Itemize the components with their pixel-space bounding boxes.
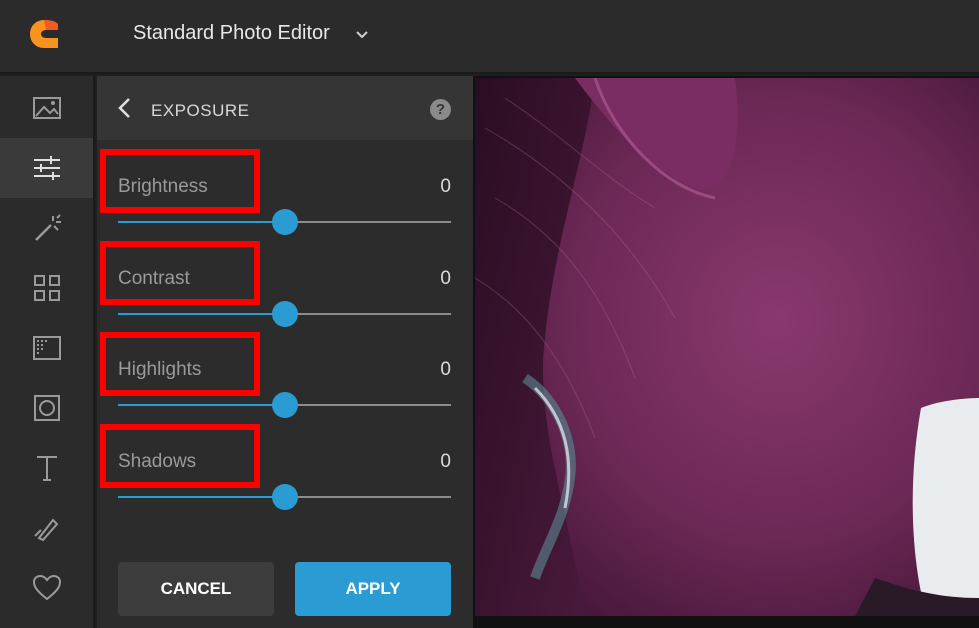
slider-label: Contrast [118, 268, 190, 289]
app-logo-icon[interactable] [28, 18, 60, 50]
tool-layouts[interactable] [0, 258, 93, 318]
cancel-button[interactable]: CANCEL [118, 562, 274, 616]
exposure-panel: EXPOSURE ? Brightness 0 Contrast 0 Highl… [97, 76, 473, 628]
photo-image [475, 78, 979, 616]
slider-value: 0 [440, 268, 451, 289]
tool-frames[interactable] [0, 378, 93, 438]
slider-value: 0 [440, 176, 451, 197]
app-title[interactable]: Standard Photo Editor [133, 22, 330, 45]
adjust-sliders-icon [33, 156, 60, 180]
help-icon[interactable]: ? [430, 99, 451, 120]
panel-header: EXPOSURE ? [97, 76, 473, 140]
tool-text[interactable] [0, 438, 93, 498]
chevron-down-icon[interactable] [354, 27, 370, 41]
slider-thumb[interactable] [271, 392, 298, 418]
slider-shadows: Shadows 0 [97, 424, 473, 543]
panel-title: EXPOSURE [151, 101, 250, 120]
tool-draw[interactable] [0, 498, 93, 558]
slider-thumb[interactable] [271, 209, 298, 235]
slider-label: Highlights [118, 359, 202, 380]
slider-track[interactable] [118, 301, 451, 327]
apply-button[interactable]: APPLY [295, 562, 451, 616]
slider-fill [118, 313, 285, 315]
slider-fill [118, 496, 285, 498]
slider-thumb[interactable] [271, 301, 298, 327]
slider-track[interactable] [118, 209, 451, 235]
slider-track[interactable] [118, 484, 451, 510]
slider-label: Brightness [118, 176, 208, 197]
magic-wand-icon [34, 214, 61, 241]
tool-favorites[interactable] [0, 558, 93, 618]
photo-canvas[interactable] [473, 76, 979, 628]
back-arrow-icon[interactable] [115, 96, 135, 120]
slider-track[interactable] [118, 392, 451, 418]
text-icon [36, 456, 57, 481]
tool-textures[interactable] [0, 318, 93, 378]
slider-fill [118, 221, 285, 223]
tool-adjust[interactable] [0, 138, 93, 198]
slider-label: Shadows [118, 451, 197, 472]
slider-thumb[interactable] [271, 484, 298, 510]
slider-value: 0 [440, 451, 451, 472]
slider-value: 0 [440, 359, 451, 380]
image-icon [32, 97, 61, 119]
frame-icon [33, 395, 60, 421]
texture-icon [32, 336, 61, 360]
tool-image[interactable] [0, 78, 93, 138]
tool-effects[interactable] [0, 198, 93, 258]
slider-fill [118, 404, 285, 406]
brush-icon [33, 518, 58, 542]
tool-rail [0, 76, 95, 628]
heart-icon [32, 574, 61, 601]
grid-icon [33, 275, 60, 301]
top-bar: Standard Photo Editor [0, 0, 979, 74]
